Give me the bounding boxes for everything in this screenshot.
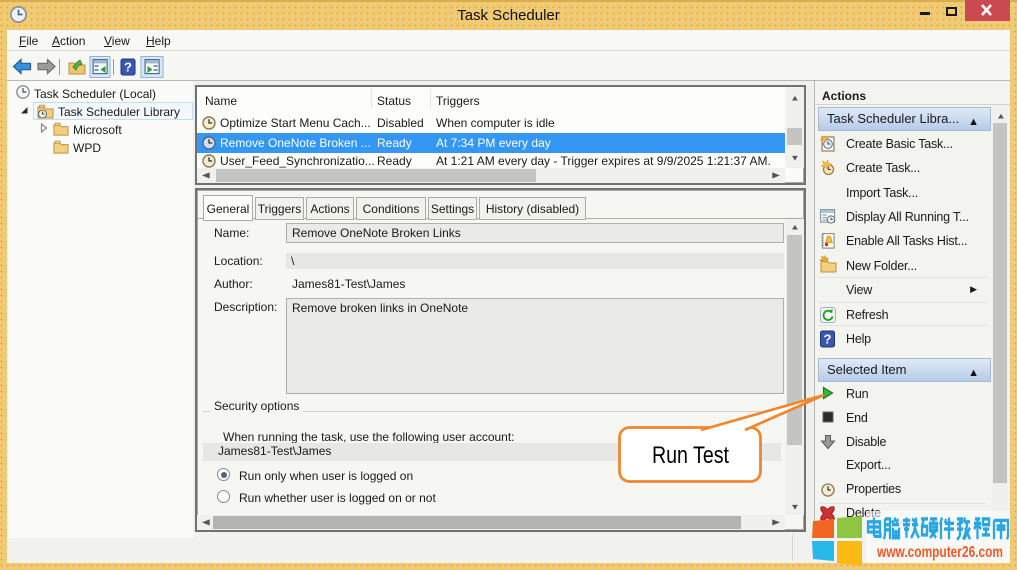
svg-text:www.computer26.com: www.computer26.com — [876, 544, 1003, 561]
svg-text:?: ? — [124, 60, 132, 75]
